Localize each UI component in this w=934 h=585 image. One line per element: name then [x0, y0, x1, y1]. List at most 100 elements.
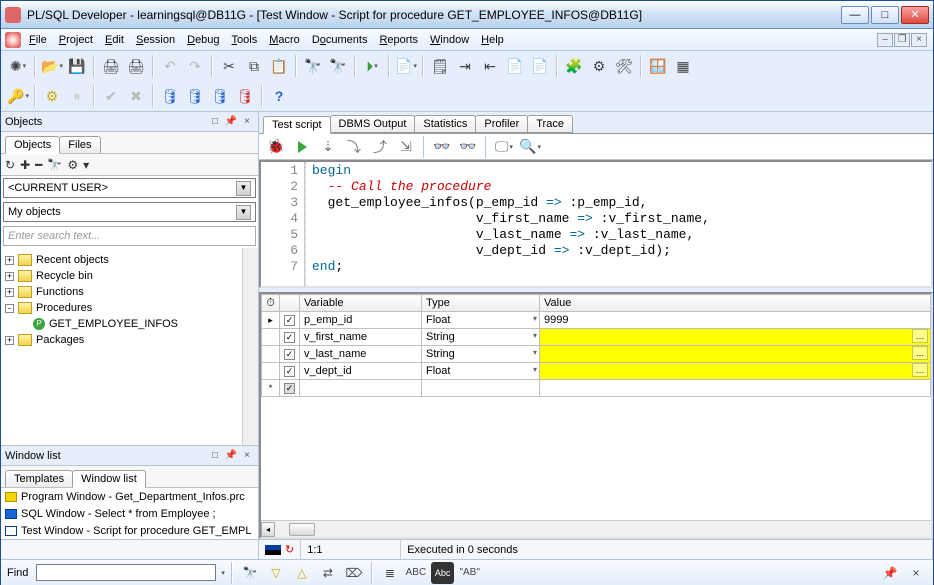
tree-node-packages[interactable]: +Packages	[5, 332, 238, 348]
redo-icon[interactable]: ↷	[184, 55, 206, 77]
var-enabled-checkbox[interactable]: ✓	[284, 349, 295, 360]
schema-combo[interactable]: <CURRENT USER> ▼	[3, 178, 256, 198]
tab-profiler[interactable]: Profiler	[475, 115, 528, 133]
pin-icon[interactable]: 📌	[879, 562, 901, 584]
tree-node-recent[interactable]: +Recent objects	[5, 252, 238, 268]
minus-icon[interactable]: ━	[35, 158, 42, 172]
pane-close-icon[interactable]: ×	[240, 115, 254, 129]
scroll-left-icon[interactable]: ◂	[261, 522, 275, 537]
find-next-icon[interactable]: 🔭	[327, 55, 349, 77]
tab-templates[interactable]: Templates	[5, 470, 73, 487]
menu-macro[interactable]: Macro	[269, 34, 300, 46]
indent-icon[interactable]: ⇥	[454, 55, 476, 77]
var-type[interactable]: String	[426, 348, 455, 360]
open-icon[interactable]: 📂▾	[41, 55, 63, 77]
object-search-input[interactable]: Enter search text...	[3, 226, 256, 246]
logon-icon[interactable]: 🔑▾	[7, 85, 29, 107]
chevron-down-icon[interactable]: ▾	[533, 314, 537, 323]
new-icon[interactable]: ✺▾	[7, 55, 29, 77]
undo-icon[interactable]: ↶	[159, 55, 181, 77]
var-enabled-checkbox[interactable]: ✓	[284, 315, 295, 326]
variables-grid[interactable]: ⏱ Variable Type Value ▸ ✓ p_emp_id Float…	[261, 294, 931, 397]
rollback-icon[interactable]: ✖	[125, 85, 147, 107]
config-icon[interactable]: ⚙	[588, 55, 610, 77]
chevron-down-icon[interactable]: ▾	[533, 331, 537, 340]
find-cancel-icon[interactable]: ⌦	[343, 562, 365, 584]
findbar-close-icon[interactable]: ×	[905, 562, 927, 584]
windowlist-item-sql[interactable]: SQL Window - Select * from Employee ;	[1, 505, 258, 522]
maximize-button[interactable]: □	[871, 6, 899, 24]
tree-menu-icon[interactable]: ▾	[83, 158, 89, 172]
glasses2-icon[interactable]: 👓	[457, 136, 479, 158]
minimize-button[interactable]: —	[841, 6, 869, 24]
menu-help[interactable]: Help	[481, 34, 504, 46]
menu-documents[interactable]: Documents	[312, 34, 368, 46]
menu-window[interactable]: Window	[430, 34, 469, 46]
var-value[interactable]	[540, 346, 931, 363]
var-row-new[interactable]: * ✓	[262, 380, 931, 397]
print-preview-icon[interactable]: 🖨	[125, 55, 147, 77]
var-name[interactable]: v_first_name	[300, 329, 422, 346]
paste-icon[interactable]: 📋	[268, 55, 290, 77]
var-name[interactable]: p_emp_id	[300, 312, 422, 329]
var-row-v-first-name[interactable]: ✓ v_first_name String▾	[262, 329, 931, 346]
step-over-icon[interactable]: ⤵	[343, 136, 365, 158]
run-button[interactable]	[291, 136, 313, 158]
menu-edit[interactable]: Edit	[105, 34, 124, 46]
tab-test-script[interactable]: Test script	[263, 116, 331, 134]
uncomment-icon[interactable]: 📄	[529, 55, 551, 77]
var-value[interactable]	[540, 363, 931, 380]
close-button[interactable]: ✕	[901, 6, 929, 24]
var-value[interactable]	[540, 380, 931, 397]
var-row-v-dept-id[interactable]: ✓ v_dept_id Float▾	[262, 363, 931, 380]
replace-icon[interactable]: ⇄	[317, 562, 339, 584]
glasses-icon[interactable]: 👓	[431, 136, 453, 158]
tree-node-functions[interactable]: +Functions	[5, 284, 238, 300]
gear-icon[interactable]: ⚙	[41, 85, 63, 107]
copy-icon[interactable]: ⧉	[243, 55, 265, 77]
explain-plan-icon[interactable]: 📄▾	[395, 55, 417, 77]
pl-beautifier-icon[interactable]: 🗒	[429, 55, 451, 77]
find-input[interactable]	[36, 564, 216, 581]
var-name[interactable]: v_last_name	[300, 346, 422, 363]
db-blue-icon[interactable]: 🛢	[159, 85, 181, 107]
plus-icon[interactable]: ✚	[20, 158, 30, 172]
debug-start-icon[interactable]: 🐞	[265, 136, 287, 158]
tree-scrollbar[interactable]	[242, 248, 258, 445]
var-type[interactable]: Float	[426, 365, 450, 377]
find-binoculars-icon[interactable]: 🔭	[239, 562, 261, 584]
commit-icon[interactable]: ✔	[100, 85, 122, 107]
pane-autohide-icon[interactable]: □	[208, 449, 222, 463]
windowlist-item-test[interactable]: Test Window - Script for procedure GET_E…	[1, 522, 258, 539]
object-tree[interactable]: +Recent objects +Recycle bin +Functions …	[1, 248, 242, 445]
pane-pin-icon[interactable]: 📌	[224, 449, 238, 463]
pane-pin-icon[interactable]: 📌	[224, 115, 238, 129]
break-icon[interactable]: ⏸	[66, 85, 88, 107]
tree-node-procedures[interactable]: -Procedures	[5, 300, 238, 316]
print-icon[interactable]: 🖨	[100, 55, 122, 77]
comment-icon[interactable]: 📄	[504, 55, 526, 77]
variables-h-scrollbar[interactable]: ◂	[261, 520, 931, 537]
menu-reports[interactable]: Reports	[379, 34, 418, 46]
tab-windowlist[interactable]: Window list	[72, 470, 146, 488]
pane-close-icon[interactable]: ×	[240, 449, 254, 463]
menu-tools[interactable]: Tools	[232, 34, 258, 46]
filter-icon[interactable]: ⚙	[67, 158, 78, 172]
list-icon[interactable]: ≣	[379, 562, 401, 584]
tab-trace[interactable]: Trace	[527, 115, 573, 133]
find-icon[interactable]: 🔭	[302, 55, 324, 77]
var-value[interactable]: 9999	[540, 312, 931, 329]
zoom-icon[interactable]: 🔍▾	[519, 136, 541, 158]
mdi-restore-button[interactable]: ❐	[894, 33, 910, 47]
scroll-thumb[interactable]	[289, 523, 315, 536]
menu-project[interactable]: Project	[59, 34, 93, 46]
binoculars-icon[interactable]: 🔭	[47, 158, 62, 172]
mdi-close-button[interactable]: ×	[911, 33, 927, 47]
step-out-icon[interactable]: ⤴	[369, 136, 391, 158]
find-history-dropdown[interactable]: ▾	[221, 569, 225, 577]
sessions-icon[interactable]: 🧩	[563, 55, 585, 77]
var-enabled-checkbox[interactable]: ✓	[284, 366, 295, 377]
var-type[interactable]: Float	[426, 314, 450, 326]
tab-files[interactable]: Files	[59, 136, 100, 153]
var-type[interactable]	[422, 380, 540, 397]
